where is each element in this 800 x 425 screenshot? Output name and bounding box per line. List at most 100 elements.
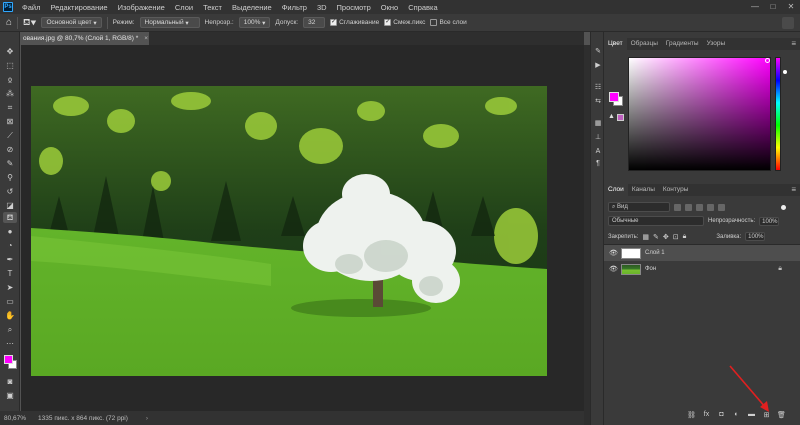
all-layers-checkbox[interactable]: Все слои [430, 19, 467, 26]
fx-icon[interactable]: fx [702, 411, 711, 418]
stamp-icon[interactable]: ⊥ [593, 132, 603, 142]
frame-tool-icon[interactable]: ⊠ [3, 116, 17, 127]
pixel-filter-icon[interactable] [674, 203, 681, 211]
tab-swatches[interactable]: Образцы [627, 38, 662, 50]
lasso-tool-icon[interactable]: ჲ [3, 74, 17, 85]
menu-help[interactable]: Справка [403, 3, 442, 12]
adjustment-filter-icon[interactable] [685, 203, 692, 211]
new-layer-icon[interactable]: ⊞ [762, 411, 771, 419]
panel-menu-icon[interactable]: ≡ [791, 38, 796, 49]
minimize-button[interactable]: — [746, 0, 764, 14]
tolerance-input[interactable]: 32 [303, 17, 326, 28]
tab-layers[interactable]: Слои [604, 184, 628, 196]
layer-opacity-input[interactable]: 100% [759, 216, 780, 226]
tab-gradients[interactable]: Градиенты [662, 38, 703, 50]
lock-pixels-icon[interactable]: ✎ [653, 233, 659, 241]
lock-artboard-icon[interactable]: ⊡ [673, 233, 679, 241]
brush-settings-icon[interactable]: ✎ [593, 46, 603, 56]
crop-tool-icon[interactable]: ⌗ [3, 102, 17, 113]
tab-channels[interactable]: Каналы [628, 184, 659, 196]
fill-source-dropdown[interactable]: Основной цвет ▾ [41, 17, 102, 28]
magic-wand-tool-icon[interactable]: ⁂ [3, 88, 17, 99]
hand-tool-icon[interactable]: ✋ [3, 310, 17, 321]
tab-patterns[interactable]: Узоры [703, 38, 730, 50]
blur-tool-icon[interactable]: ● [3, 226, 17, 237]
gamut-color-swatch[interactable] [617, 114, 624, 121]
tab-color[interactable]: Цвет [604, 38, 627, 50]
character-icon[interactable]: A [593, 146, 603, 156]
history-brush-tool-icon[interactable]: ↺ [3, 186, 17, 197]
shape-tool-icon[interactable]: ▭ [3, 296, 17, 307]
screen-mode-icon[interactable]: ▣ [3, 390, 17, 401]
eye-icon[interactable]: 👁︎ [609, 265, 618, 273]
smart-object-filter-icon[interactable] [718, 203, 725, 211]
paragraph-icon[interactable]: ¶ [593, 158, 603, 168]
menu-window[interactable]: Окно [376, 3, 403, 12]
panel-foreground-swatch[interactable] [609, 92, 619, 102]
menu-view[interactable]: Просмотр [332, 3, 376, 12]
path-selection-tool-icon[interactable]: ➤ [3, 282, 17, 293]
filter-toggle-icon[interactable] [781, 204, 786, 210]
close-window-button[interactable]: ✕ [782, 0, 800, 14]
hue-slider[interactable] [775, 57, 781, 171]
eyedropper-tool-icon[interactable]: ⟋ [3, 130, 17, 141]
panel-menu-icon[interactable]: ≡ [791, 184, 796, 195]
link-icon[interactable]: ⛓︎ [687, 411, 696, 419]
zoom-tool-icon[interactable]: ⌕ [3, 324, 17, 335]
paint-bucket-tool-icon[interactable]: ⛾ [3, 212, 17, 223]
shape-filter-icon[interactable] [707, 203, 714, 211]
pen-tool-icon[interactable]: ✒ [3, 254, 17, 265]
layer-row-background[interactable]: 👁︎ Фон 🔒︎ [604, 261, 800, 277]
more-tools-icon[interactable]: ⋯ [3, 338, 17, 349]
canvas-area[interactable] [21, 45, 584, 411]
adjustment-icon[interactable]: ◐ [732, 411, 741, 418]
zoom-level[interactable]: 80,67% [4, 415, 26, 422]
menu-image[interactable]: Изображение [113, 3, 170, 12]
document-image[interactable] [31, 86, 547, 376]
menu-3d[interactable]: 3D [312, 3, 332, 12]
libraries-icon[interactable]: ▦ [593, 118, 603, 128]
brush-tool-icon[interactable]: ✎ [3, 158, 17, 169]
play-actions-icon[interactable]: ▶ [593, 60, 603, 70]
layer-filter-dropdown[interactable]: ⌕ Вид [608, 202, 670, 212]
trash-icon[interactable]: 🗑︎ [777, 411, 786, 419]
type-filter-icon[interactable] [696, 203, 703, 211]
eye-icon[interactable]: 👁︎ [609, 249, 618, 257]
color-picker-field[interactable] [628, 57, 771, 171]
contiguous-checkbox[interactable]: ✓ Смеж.пикс [384, 19, 425, 26]
menu-edit[interactable]: Редактирование [45, 3, 112, 12]
menu-layer[interactable]: Слои [170, 3, 198, 12]
document-tab[interactable]: ования.jpg @ 80,7% (Слой 1, RGB/8) * × [21, 32, 149, 45]
opacity-input[interactable]: 100% ▾ [238, 17, 271, 28]
color-picker-marker[interactable] [765, 58, 770, 63]
move-tool-icon[interactable]: ✥ [3, 46, 17, 57]
eraser-tool-icon[interactable]: ◪ [3, 200, 17, 211]
mask-icon[interactable]: ◘ [717, 411, 726, 418]
clone-stamp-tool-icon[interactable]: ⚲ [3, 172, 17, 183]
menu-type[interactable]: Текст [198, 3, 227, 12]
healing-brush-tool-icon[interactable]: ⊘ [3, 144, 17, 155]
properties-icon[interactable]: ☷ [593, 82, 603, 92]
layer-row-1[interactable]: 👁︎ Слой 1 [604, 245, 800, 261]
mode-dropdown[interactable]: Нормальный ▾ [139, 17, 200, 28]
workspace-icon[interactable] [782, 17, 794, 29]
dodge-tool-icon[interactable]: ◔ [3, 240, 17, 251]
paint-bucket-preset-icon[interactable]: ⛾▾ [23, 17, 36, 29]
adjustments-icon[interactable]: ⇆ [593, 96, 603, 106]
quick-mask-icon[interactable]: ◙ [3, 376, 17, 387]
foreground-color-swatch[interactable] [4, 355, 13, 364]
group-icon[interactable]: ▬ [747, 411, 756, 418]
close-icon[interactable]: × [144, 35, 148, 42]
chevron-right-icon[interactable]: › [146, 415, 148, 422]
antialias-checkbox[interactable]: ✓ Сглаживание [330, 19, 379, 26]
blend-mode-dropdown[interactable]: Обычные [608, 216, 704, 226]
menu-filter[interactable]: Фильтр [277, 3, 312, 12]
type-tool-icon[interactable]: T [3, 268, 17, 279]
layer-fill-input[interactable]: 100% [745, 232, 766, 241]
hue-slider-marker[interactable] [783, 70, 787, 74]
tab-paths[interactable]: Контуры [659, 184, 693, 196]
home-icon[interactable]: ⌂ [6, 17, 12, 28]
gamut-warning-icon[interactable]: ▲ [608, 113, 615, 120]
lock-position-icon[interactable]: ✥ [663, 233, 669, 241]
maximize-button[interactable]: □ [764, 0, 782, 14]
